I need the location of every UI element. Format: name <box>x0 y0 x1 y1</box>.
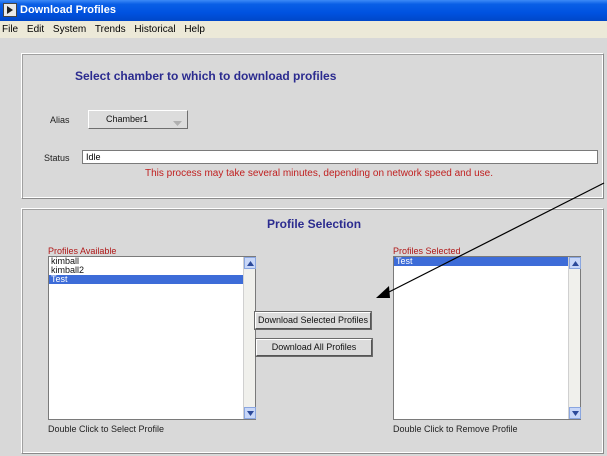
scroll-up-icon[interactable] <box>569 257 581 269</box>
menu-edit[interactable]: Edit <box>27 24 44 35</box>
list-item-selected[interactable]: Test <box>49 275 255 284</box>
alias-label: Alias <box>50 115 70 125</box>
menu-help[interactable]: Help <box>184 24 205 35</box>
dropdown-arrow-icon <box>173 116 182 133</box>
download-profiles-window: Download Profiles File Edit System Trend… <box>0 0 607 456</box>
selected-hint: Double Click to Remove Profile <box>393 424 518 434</box>
scroll-down-icon[interactable] <box>569 407 581 419</box>
menu-bar: File Edit System Trends Historical Help <box>0 21 607 38</box>
menu-file[interactable]: File <box>2 24 18 35</box>
alias-dropdown[interactable]: Chamber1 <box>88 110 188 129</box>
status-label: Status <box>44 153 70 163</box>
profile-heading: Profile Selection <box>267 217 362 231</box>
menu-historical[interactable]: Historical <box>134 24 175 35</box>
scroll-up-icon[interactable] <box>244 257 256 269</box>
menu-trends[interactable]: Trends <box>95 24 126 35</box>
title-bar: Download Profiles <box>0 0 607 21</box>
download-selected-button[interactable]: Download Selected Profiles <box>255 312 371 329</box>
status-field: Idle <box>82 150 598 164</box>
profile-panel: Profile Selection Profiles Available kim… <box>21 208 604 454</box>
chamber-heading: Select chamber to which to download prof… <box>75 69 337 83</box>
window-title: Download Profiles <box>20 4 116 16</box>
app-icon <box>3 3 17 17</box>
download-all-button[interactable]: Download All Profiles <box>256 339 372 356</box>
profiles-selected-list[interactable]: Test <box>393 256 581 420</box>
profiles-available-label: Profiles Available <box>48 246 117 256</box>
profiles-selected-label: Profiles Selected <box>393 246 461 256</box>
profiles-available-list[interactable]: kimball kimball2 Test <box>48 256 256 420</box>
menu-system[interactable]: System <box>53 24 86 35</box>
alias-value: Chamber1 <box>106 114 149 124</box>
selected-scrollbar[interactable] <box>568 257 581 419</box>
network-warning: This process may take several minutes, d… <box>145 168 493 179</box>
scroll-down-icon[interactable] <box>244 407 256 419</box>
main-content: Select chamber to which to download prof… <box>0 38 607 456</box>
available-hint: Double Click to Select Profile <box>48 424 165 434</box>
list-item-selected[interactable]: Test <box>394 257 580 266</box>
list-item[interactable]: kimball2 <box>49 266 255 275</box>
chamber-panel: Select chamber to which to download prof… <box>21 53 604 199</box>
available-scrollbar[interactable] <box>243 257 256 419</box>
